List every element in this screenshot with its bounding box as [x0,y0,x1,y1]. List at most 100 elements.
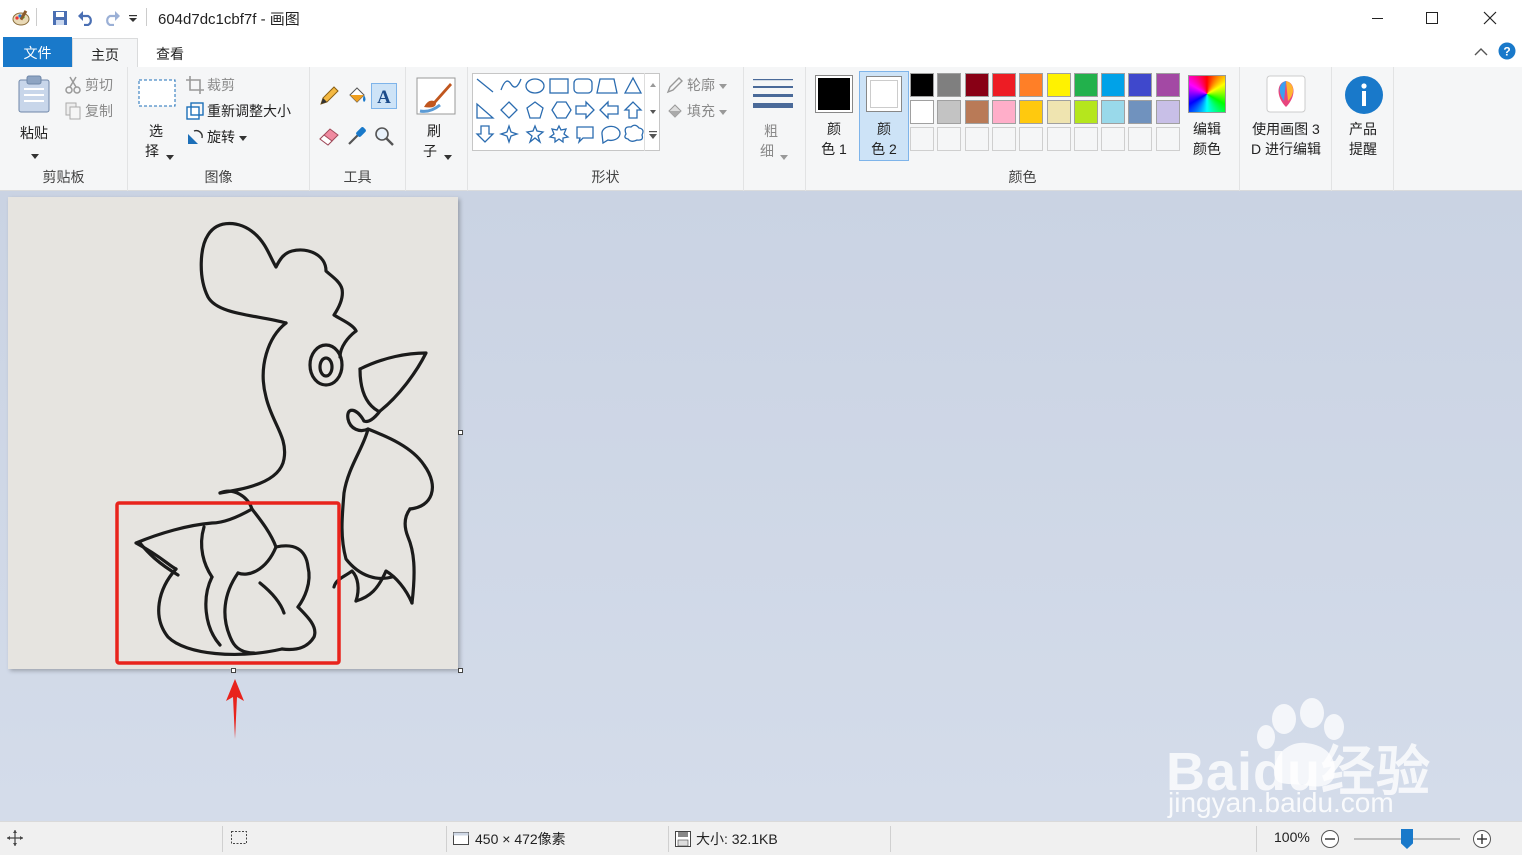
paint3d-label-2: D 进行编辑 [1251,141,1321,157]
custom-color-slot[interactable] [1155,127,1180,151]
resize-label: 重新调整大小 [207,103,291,119]
palette-color-swatch[interactable] [1046,73,1071,97]
tab-home[interactable]: 主页 [72,38,138,69]
palette-color-swatch[interactable] [1155,73,1180,97]
tab-view[interactable]: 查看 [138,38,202,68]
product-alert-label-2: 提醒 [1349,141,1377,157]
window-title: 604d7dc1cbf7f - 画图 [158,11,300,28]
rotate-dropdown-icon [239,129,247,145]
select-button[interactable]: 选 择 [136,75,176,160]
fill-bucket-icon[interactable] [346,85,368,110]
palette-color-swatch[interactable] [937,100,962,124]
resize-handle-bottom[interactable] [231,668,236,673]
palette-color-swatch[interactable] [937,73,962,97]
palette-color-swatch[interactable] [964,100,989,124]
custom-color-slot[interactable] [1019,127,1044,151]
pencil-icon[interactable] [318,85,340,110]
size-button[interactable]: 粗 细 [750,75,800,160]
text-tool-icon[interactable]: A [371,83,397,109]
file-size-text: 大小: 32.1KB [696,831,778,847]
custom-color-slot[interactable] [964,127,989,151]
tab-file[interactable]: 文件 [3,37,72,67]
palette-color-swatch[interactable] [1046,100,1071,124]
shapes-scroll[interactable] [644,73,660,151]
palette-color-swatch[interactable] [964,73,989,97]
eraser-icon[interactable] [318,125,340,150]
palette-color-swatch[interactable] [1073,100,1098,124]
zoom-slider-thumb[interactable] [1401,829,1413,849]
minimize-icon [1372,18,1383,19]
custom-color-slot[interactable] [1046,127,1071,151]
palette-color-swatch[interactable] [910,100,934,124]
product-alert-button[interactable]: 产品 提醒 [1336,71,1390,161]
paste-button[interactable]: 粘贴 [14,73,56,159]
product-alert-group: 产品 提醒 [1332,67,1394,191]
crop-label: 裁剪 [207,77,235,93]
magnifier-icon[interactable] [373,125,395,150]
svg-text:A: A [377,87,391,108]
clipboard-group-label: 剪贴板 [42,169,85,185]
palette-color-swatch[interactable] [1073,73,1098,97]
custom-color-slot[interactable] [1073,127,1098,151]
custom-color-slot[interactable] [1101,127,1126,151]
palette-color-swatch[interactable] [1155,100,1180,124]
paste-label: 粘贴 [20,125,48,141]
crop-button[interactable]: 裁剪 [186,75,235,95]
cut-button[interactable]: 剪切 [64,75,113,95]
edit-colors-button[interactable]: 编辑 颜色 [1182,71,1232,161]
close-button[interactable] [1462,0,1518,36]
palette-color-swatch[interactable] [1128,73,1153,97]
maximize-button[interactable] [1404,0,1460,36]
shapes-gallery[interactable] [472,73,660,151]
image-dimensions: 450 × 472像素 [452,829,566,849]
baidu-watermark: Baidu经验 jingyan.baidu.com [1166,691,1456,821]
copy-button[interactable]: 复制 [64,101,113,121]
palette-color-swatch[interactable] [910,73,934,97]
palette-color-swatch[interactable] [1101,73,1126,97]
resize-handle-corner[interactable] [458,668,463,673]
drawing-canvas[interactable] [8,197,458,669]
watermark-url: jingyan.baidu.com [1168,787,1394,818]
resize-button[interactable]: 重新调整大小 [186,101,291,121]
status-separator [668,826,669,852]
redo-icon[interactable] [102,8,122,28]
brushes-button[interactable]: 刷 子 [414,75,462,160]
zoom-slider[interactable] [1354,829,1460,849]
palette-color-swatch[interactable] [991,100,1016,124]
custom-color-slot[interactable] [991,127,1016,151]
palette-color-swatch[interactable] [1101,100,1126,124]
paint3d-button[interactable]: 使用画图 3 D 进行编辑 [1242,71,1330,161]
undo-icon[interactable] [76,8,96,28]
color-picker-icon[interactable] [346,125,368,150]
palette-color-swatch[interactable] [1019,73,1044,97]
palette-color-swatch[interactable] [1019,100,1044,124]
resize-handle-right[interactable] [458,430,463,435]
status-separator [222,826,223,852]
palette-color-swatch[interactable] [1128,100,1153,124]
custom-color-slot[interactable] [910,127,934,151]
close-icon [1483,11,1497,25]
custom-color-slot[interactable] [937,127,962,151]
color1-button[interactable]: 颜 色 1 [812,71,856,161]
minimize-button[interactable] [1350,0,1406,36]
fill-button[interactable]: 填充 [666,101,727,121]
title-separator [146,8,147,26]
brushes-label-1: 刷 [427,123,441,139]
customize-quick-access-icon[interactable] [126,8,140,28]
rotate-label: 旋转 [207,129,235,145]
collapse-ribbon-icon[interactable] [1474,44,1488,60]
colors-group-label: 颜色 [1008,169,1037,185]
cut-label: 剪切 [85,77,113,93]
red-arrow-annotation [226,679,244,739]
custom-color-slot[interactable] [1128,127,1153,151]
zoom-in-button[interactable] [1472,829,1492,849]
rotate-button[interactable]: 旋转 [186,127,247,147]
zoom-out-button[interactable] [1320,829,1340,849]
palette-color-swatch[interactable] [991,73,1016,97]
color2-button[interactable]: 颜 色 2 [859,71,909,161]
fill-label: 填充 [687,103,715,119]
paint-app-icon[interactable] [10,8,32,28]
help-icon[interactable]: ? [1498,42,1516,63]
save-icon[interactable] [50,8,70,28]
outline-button[interactable]: 轮廓 [666,75,727,95]
